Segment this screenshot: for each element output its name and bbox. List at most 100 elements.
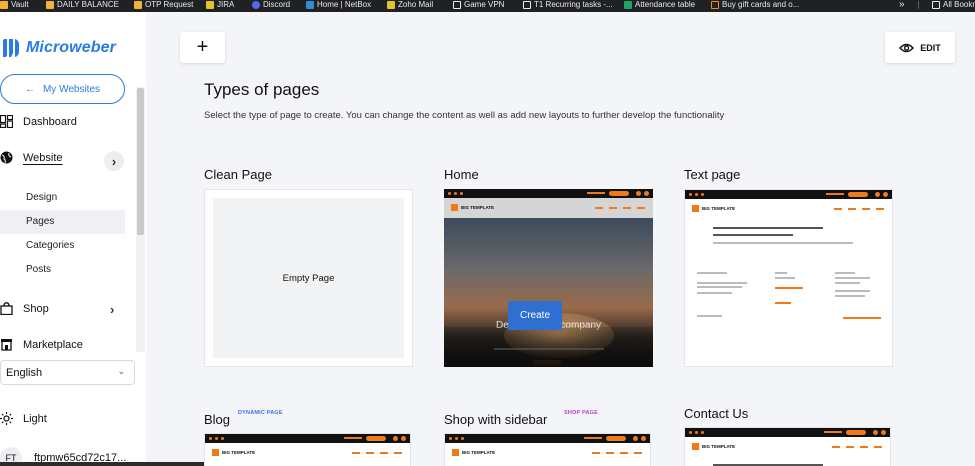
add-page-button[interactable]: +: [180, 32, 225, 63]
page-type-card-clean[interactable]: Empty Page: [204, 189, 413, 367]
sidebar-item-dashboard[interactable]: Dashboard: [0, 115, 77, 128]
template-hero-image: Describe your company Create: [444, 218, 653, 367]
my-websites-button[interactable]: ← My Websites: [0, 74, 125, 104]
sidebar-item-website[interactable]: Website: [0, 151, 63, 164]
sidebar-subitem-categories[interactable]: Categories: [26, 240, 74, 251]
page-title: Types of pages: [204, 80, 320, 99]
template-header: BIG TEMPLATE: [205, 443, 410, 463]
sidebar-item-label: Dashboard: [23, 115, 77, 128]
sheets-icon: [624, 1, 632, 9]
sidebar-scrollbar-thumb[interactable]: [137, 88, 144, 235]
template-logo: BIG TEMPLATE: [692, 205, 735, 212]
brand-name: Microweber: [26, 39, 116, 56]
page-type-card-shop-sidebar[interactable]: BIG TEMPLATE: [444, 433, 651, 466]
template-logo: BIG TEMPLATE: [692, 443, 735, 450]
theme-toggle[interactable]: Light: [0, 412, 47, 425]
page-subtitle: Select the type of page to create. You c…: [204, 110, 725, 121]
bookmark-attendance[interactable]: Attendance table: [624, 0, 695, 10]
sidebar-item-label: Shop: [23, 302, 49, 315]
create-button[interactable]: Create: [508, 301, 562, 330]
bookmarks-bar: Vault DAILY BALANCE OTP Request JIRA Dis…: [0, 0, 975, 12]
language-value: English: [6, 366, 43, 379]
chevron-down-icon: ⌄: [117, 366, 125, 376]
template-logo: BIG TEMPLATE: [451, 204, 494, 211]
bookmark-all-bookmarks[interactable]: All Bookmarks: [932, 0, 975, 10]
bookmark-otp-request[interactable]: OTP Request: [134, 0, 193, 10]
template-logo: BIG TEMPLATE: [452, 449, 495, 456]
bookmarks-divider: [918, 1, 919, 9]
template-logo: BIG TEMPLATE: [212, 449, 255, 456]
bookmark-zoho-mail[interactable]: Zoho Mail: [387, 0, 433, 10]
template-topbar: [685, 190, 892, 199]
sun-icon: [0, 412, 13, 425]
folder-icon: [523, 1, 531, 9]
edit-button[interactable]: EDIT: [885, 32, 955, 63]
template-topbar: [445, 434, 650, 443]
card-title-text-page: Text page: [684, 167, 741, 182]
my-websites-label: My Websites: [42, 83, 101, 95]
template-topbar: [444, 189, 653, 198]
gift-icon: [711, 1, 719, 9]
eye-icon: [899, 43, 915, 52]
bookmark-gift-cards[interactable]: Buy gift cards and o...: [711, 0, 799, 10]
template-topbar: [685, 428, 890, 437]
sidebar-item-label: Marketplace: [23, 338, 83, 351]
empty-page-preview: Empty Page: [213, 198, 404, 358]
bookmark-jira[interactable]: JIRA: [206, 0, 234, 10]
language-select[interactable]: English ⌄: [0, 360, 135, 385]
card-title-contact-us: Contact Us: [684, 406, 749, 421]
sidebar-subitem-design[interactable]: Design: [26, 192, 57, 203]
jira-icon: [206, 1, 214, 9]
template-topbar: [205, 434, 410, 443]
sidebar-subitem-posts[interactable]: Posts: [26, 264, 51, 275]
dashboard-icon: [0, 115, 13, 128]
page-type-card-home[interactable]: BIG TEMPLATE Describe your company Creat…: [444, 189, 653, 367]
sidebar: Microweber ← My Websites Dashboard Websi…: [0, 12, 146, 466]
active-item-highlight: [0, 210, 125, 234]
folder-icon: [0, 1, 8, 9]
dynamic-page-badge: DYNAMIC PAGE: [238, 410, 283, 416]
bookmark-daily-balance[interactable]: DAILY BALANCE: [46, 0, 119, 10]
template-header: BIG TEMPLATE: [685, 199, 892, 219]
page-type-card-text[interactable]: BIG TEMPLATE: [684, 189, 893, 367]
chevron-right-icon[interactable]: ›: [110, 302, 114, 317]
bookmark-vault[interactable]: Vault: [0, 0, 29, 10]
card-title-home: Home: [444, 167, 479, 182]
sidebar-item-shop[interactable]: Shop: [0, 302, 49, 315]
chevron-right-icon: ›: [111, 153, 117, 169]
card-title-blog: Blog: [204, 412, 231, 427]
storefront-icon: [1, 339, 12, 351]
page-type-card-blog[interactable]: BIG TEMPLATE: [204, 433, 411, 466]
netbox-icon: [306, 1, 314, 9]
card-title-shop-with-sidebar: Shop with sidebar: [444, 412, 548, 427]
folder-icon: [932, 1, 940, 9]
microweber-logo-icon: [3, 39, 19, 57]
card-title-clean-page: Clean Page: [204, 167, 272, 182]
empty-page-label: Empty Page: [282, 272, 335, 284]
template-header: BIG TEMPLATE: [445, 443, 650, 463]
sidebar-item-label: Website: [23, 151, 63, 164]
bookmark-game-vpn[interactable]: Game VPN: [453, 0, 504, 10]
zoho-icon: [387, 1, 395, 9]
globe-icon: [0, 151, 13, 164]
theme-label: Light: [23, 412, 47, 425]
discord-icon: [252, 1, 260, 9]
folder-icon: [46, 1, 54, 9]
sidebar-subitem-pages[interactable]: Pages: [26, 216, 54, 227]
bookmarks-overflow-button[interactable]: »: [899, 0, 905, 10]
bookmark-discord[interactable]: Discord: [252, 0, 290, 10]
template-header: BIG TEMPLATE: [444, 198, 653, 218]
shop-page-badge: SHOP PAGE: [564, 410, 598, 416]
bookmark-netbox[interactable]: Home | NetBox: [306, 0, 371, 10]
shopping-bag-icon: [0, 302, 13, 315]
bookmark-t1-recurring[interactable]: T1 Recurring tasks -...: [523, 0, 613, 10]
plus-icon: +: [196, 36, 209, 58]
template-header: BIG TEMPLATE: [685, 437, 890, 457]
page-type-card-contact[interactable]: BIG TEMPLATE: [684, 427, 891, 466]
website-expand-button[interactable]: ›: [104, 151, 124, 171]
sidebar-item-marketplace[interactable]: Marketplace: [0, 338, 83, 351]
folder-icon: [453, 1, 461, 9]
arrow-left-icon: ←: [24, 83, 35, 95]
folder-icon: [134, 1, 142, 9]
brand-logo[interactable]: Microweber: [0, 37, 116, 59]
